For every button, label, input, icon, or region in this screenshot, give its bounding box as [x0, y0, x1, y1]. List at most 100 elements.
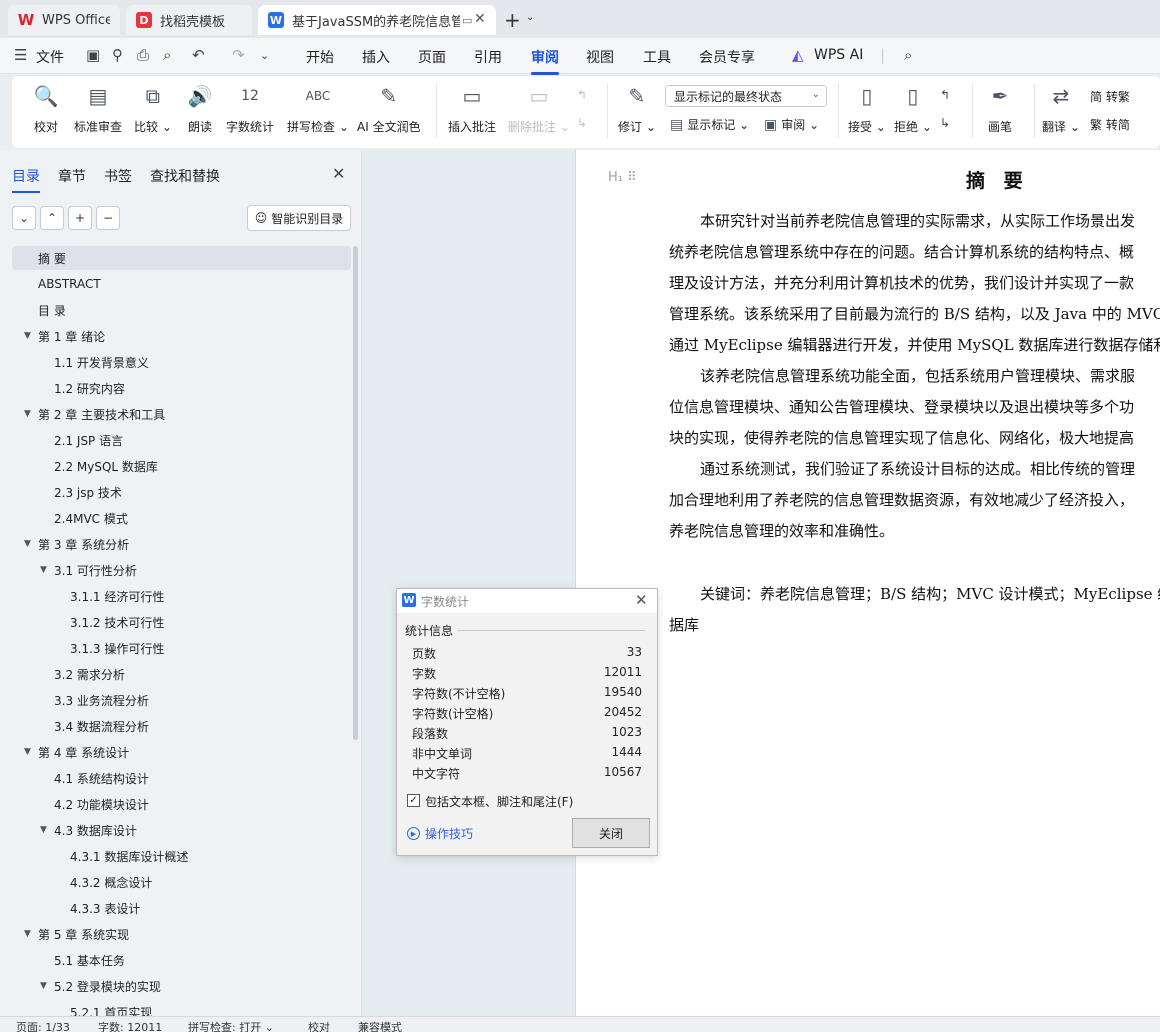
save-icon[interactable]: ▣ [86, 46, 100, 64]
toc-item[interactable]: 4.3.2 概念设计 [12, 870, 351, 894]
more-chevron-icon[interactable]: ⌄ [260, 49, 269, 62]
toc-scrollbar[interactable] [353, 246, 358, 740]
toc-item[interactable]: 3.4 数据流程分析 [12, 714, 351, 738]
share-icon[interactable]: ⚲ [112, 46, 123, 64]
tab-wps-office[interactable]: W WPS Office [8, 5, 120, 35]
previous-comment-icon[interactable]: ↰ [577, 88, 587, 102]
tab-toc[interactable]: 目录 [12, 166, 40, 193]
toc-item[interactable]: ▼ 第 5 章 系统实现 [12, 922, 351, 946]
undo-icon[interactable]: ↶ [192, 46, 205, 64]
toc-item[interactable]: ▼ 5.2 登录模块的实现 [12, 974, 351, 998]
add-heading-button[interactable]: + [68, 206, 92, 230]
menu-wps-ai[interactable]: WPS AI [814, 47, 863, 63]
toc-item[interactable]: ▼ 第 2 章 主要技术和工具 [12, 402, 351, 426]
chevron-down-icon[interactable]: ⌄ [526, 12, 534, 23]
close-icon[interactable]: ✕ [635, 591, 648, 609]
menu-insert[interactable]: 插入 [362, 47, 390, 67]
reject-button[interactable]: ▯ 拒绝 ⌄ [894, 82, 932, 135]
toc-item[interactable]: 1.2 研究内容 [12, 376, 351, 400]
toc-item[interactable]: 2.1 JSP 语言 [12, 428, 351, 452]
standard-review-button[interactable]: ▤ 标准审查 [74, 82, 122, 135]
document-page[interactable]: H₁ ⠿ 摘 要 本研究针对当前养老院信息管理的实际需求，从实际工作场景出发 统养… [575, 150, 1160, 1016]
toc-item[interactable]: 3.1.3 操作可行性 [12, 636, 351, 660]
toc-item[interactable]: 3.1.1 经济可行性 [12, 584, 351, 608]
toc-item[interactable]: 目 录 [12, 298, 351, 322]
expand-caret-icon[interactable]: ▼ [40, 825, 54, 835]
toc-item[interactable]: 3.2 需求分析 [12, 662, 351, 686]
hamburger-icon[interactable]: ☰ [14, 46, 27, 64]
redo-icon[interactable]: ↷ [232, 46, 245, 64]
menu-page[interactable]: 页面 [418, 47, 446, 67]
toc-item[interactable]: 4.2 功能模块设计 [12, 792, 351, 816]
expand-caret-icon[interactable]: ▼ [40, 981, 54, 991]
pen-button[interactable]: ✒ 画笔 [986, 82, 1014, 135]
ai-polish-button[interactable]: ✎ AI 全文润色 [357, 82, 421, 135]
delete-comment-button[interactable]: ▭ 删除批注 ⌄ [508, 82, 570, 135]
include-textboxes-label[interactable]: 包括文本框、脚注和尾注(F) [425, 793, 573, 810]
toc-item[interactable]: 3.1.2 技术可行性 [12, 610, 351, 634]
insert-comment-button[interactable]: ▭ 插入批注 [448, 82, 496, 135]
expand-caret-icon[interactable]: ▼ [24, 331, 38, 341]
page-indicator[interactable]: 页面: 1/33 [16, 1019, 70, 1032]
expand-caret-icon[interactable]: ▼ [40, 565, 54, 575]
toc-item[interactable]: ▼ 4.3 数据库设计 [12, 818, 351, 842]
toc-item[interactable]: 4.3.3 表设计 [12, 896, 351, 920]
expand-caret-icon[interactable]: ▼ [24, 409, 38, 419]
include-textboxes-checkbox[interactable]: ✓ [407, 794, 420, 807]
expand-down-button[interactable]: ⌄ [12, 206, 36, 230]
toc-item[interactable]: 4.3.1 数据库设计概述 [12, 844, 351, 868]
show-markup-button[interactable]: ▤ 显示标记 ⌄ [670, 116, 749, 133]
compare-button[interactable]: ⧉ 比较 ⌄ [134, 82, 172, 135]
toc-item[interactable]: 2.3 jsp 技术 [12, 480, 351, 504]
menu-start[interactable]: 开始 [306, 47, 334, 67]
proof-indicator[interactable]: 校对 [308, 1019, 330, 1032]
toc-item[interactable]: ▼ 第 4 章 系统设计 [12, 740, 351, 764]
track-changes-button[interactable]: ✎ 修订 ⌄ [618, 82, 656, 135]
search-icon[interactable]: ⌕ [904, 46, 912, 64]
proofread-button[interactable]: 🔍 校对 [32, 82, 60, 135]
spell-check-indicator[interactable]: 拼写检查: 打开 ⌄ [188, 1019, 274, 1032]
remove-heading-button[interactable]: − [96, 206, 120, 230]
menu-view[interactable]: 视图 [586, 47, 614, 67]
toc-item[interactable]: 3.3 业务流程分析 [12, 688, 351, 712]
heading-handle-icon[interactable]: H₁ ⠿ [608, 170, 637, 185]
tab-find-replace[interactable]: 查找和替换 [150, 166, 220, 186]
toc-item[interactable]: 2.4MVC 模式 [12, 506, 351, 530]
menu-tools[interactable]: 工具 [643, 47, 671, 67]
menu-file[interactable]: 文件 [36, 47, 64, 67]
next-comment-icon[interactable]: ↳ [577, 116, 587, 130]
tab-template[interactable]: D 找稻壳模板 [126, 5, 252, 35]
review-pane-button[interactable]: ▣ 审阅 ⌄ [764, 116, 819, 133]
menu-membership[interactable]: 会员专享 [699, 47, 755, 67]
previous-change-icon[interactable]: ↰ [940, 88, 950, 102]
tab-chapters[interactable]: 章节 [58, 166, 86, 186]
spell-check-button[interactable]: ABC 拼写检查 ⌄ [287, 82, 349, 135]
accept-button[interactable]: ▯ 接受 ⌄ [848, 82, 886, 135]
smart-toc-button[interactable]: ☺ 智能识别目录 [247, 205, 351, 231]
word-count-indicator[interactable]: 字数: 12011 [98, 1019, 162, 1032]
toc-item[interactable]: 2.2 MySQL 数据库 [12, 454, 351, 478]
markup-display-dropdown[interactable]: 显示标记的最终状态 ⌄ [665, 85, 827, 107]
dialog-title-bar[interactable]: W 字数统计 ✕ [397, 589, 657, 613]
tips-link[interactable]: ▶ 操作技巧 [407, 825, 473, 842]
toc-item[interactable]: ▼ 第 1 章 绪论 [12, 324, 351, 348]
print-preview-icon[interactable]: ⌕ [163, 46, 171, 64]
to-traditional-button[interactable]: 简 转繁 [1090, 88, 1130, 105]
print-icon[interactable]: ⎙ [137, 46, 149, 64]
tab-bookmarks[interactable]: 书签 [104, 166, 132, 186]
new-tab-icon[interactable]: + [504, 8, 521, 32]
toc-item[interactable]: ▼ 3.1 可行性分析 [12, 558, 351, 582]
translate-button[interactable]: ⇄ 翻译 ⌄ [1042, 82, 1080, 135]
toc-item[interactable]: 4.1 系统结构设计 [12, 766, 351, 790]
close-pane-icon[interactable]: ✕ [332, 164, 345, 183]
close-button[interactable]: 关闭 [572, 818, 650, 848]
toc-item[interactable]: 摘 要 [12, 246, 351, 270]
expand-caret-icon[interactable]: ▼ [24, 747, 38, 757]
menu-reference[interactable]: 引用 [474, 47, 502, 67]
expand-caret-icon[interactable]: ▼ [24, 539, 38, 549]
toc-item[interactable]: 1.1 开发背景意义 [12, 350, 351, 374]
menu-review[interactable]: 审阅 [531, 47, 559, 75]
close-tab-icon[interactable]: ✕ [474, 11, 486, 27]
toc-item[interactable]: ABSTRACT [12, 272, 351, 296]
to-simplified-button[interactable]: 繁 转简 [1090, 116, 1130, 133]
